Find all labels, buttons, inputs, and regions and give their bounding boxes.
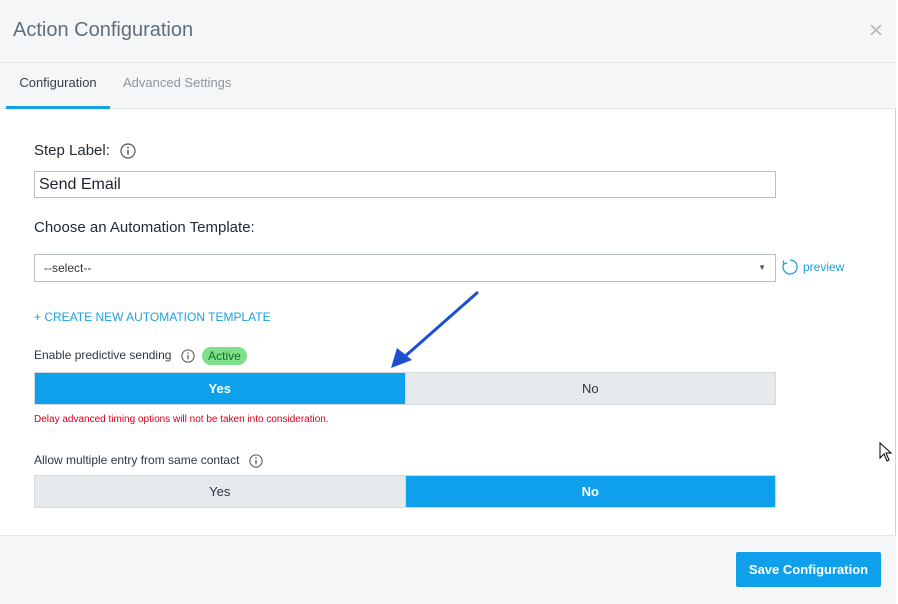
tab-bar: Configuration Advanced Settings [0,63,896,109]
save-configuration-button[interactable]: Save Configuration [736,552,881,587]
automation-template-select[interactable]: --select-- ▼ [34,254,776,282]
create-template-link[interactable]: + CREATE NEW AUTOMATION TEMPLATE [34,310,271,324]
preview-label: preview [803,260,845,274]
predictive-yes-option[interactable]: Yes [35,373,405,404]
multiple-entry-heading: Allow multiple entry from same contact [34,453,263,468]
mouse-cursor-icon [879,442,893,462]
modal-footer: Save Configuration [0,535,896,604]
predictive-heading: Enable predictive sending Active [34,347,247,365]
predictive-no-option[interactable]: No [404,373,775,404]
multiple-entry-yes-option[interactable]: Yes [35,476,405,507]
template-label: Choose an Automation Template: [34,219,255,236]
close-icon[interactable] [866,20,886,40]
step-label-input[interactable]: Send Email [34,171,776,198]
template-selected-value: --select-- [44,261,92,275]
info-icon[interactable] [181,349,195,363]
status-badge: Active [202,347,247,365]
annotation-arrow-icon [391,290,479,368]
predictive-toggle: Yes No [34,372,776,405]
modal-header: Action Configuration [0,0,896,63]
tab-configuration[interactable]: Configuration [6,63,110,109]
action-configuration-modal: Action Configuration Configuration Advan… [0,0,896,604]
multiple-entry-no-option[interactable]: No [404,476,775,507]
step-label-text: Step Label: [34,142,110,159]
modal-title: Action Configuration [13,19,194,41]
info-icon[interactable] [249,454,263,468]
refresh-icon [782,259,798,275]
tab-advanced-settings[interactable]: Advanced Settings [123,63,231,109]
multiple-entry-label: Allow multiple entry from same contact [34,453,240,467]
multiple-entry-toggle: Yes No [34,475,776,508]
predictive-label: Enable predictive sending [34,348,172,363]
info-icon[interactable] [120,143,136,159]
predictive-warning: Delay advanced timing options will not b… [34,414,329,425]
step-label-heading: Step Label: [34,142,136,159]
chevron-down-icon: ▼ [758,263,766,272]
preview-link[interactable]: preview [781,257,844,277]
